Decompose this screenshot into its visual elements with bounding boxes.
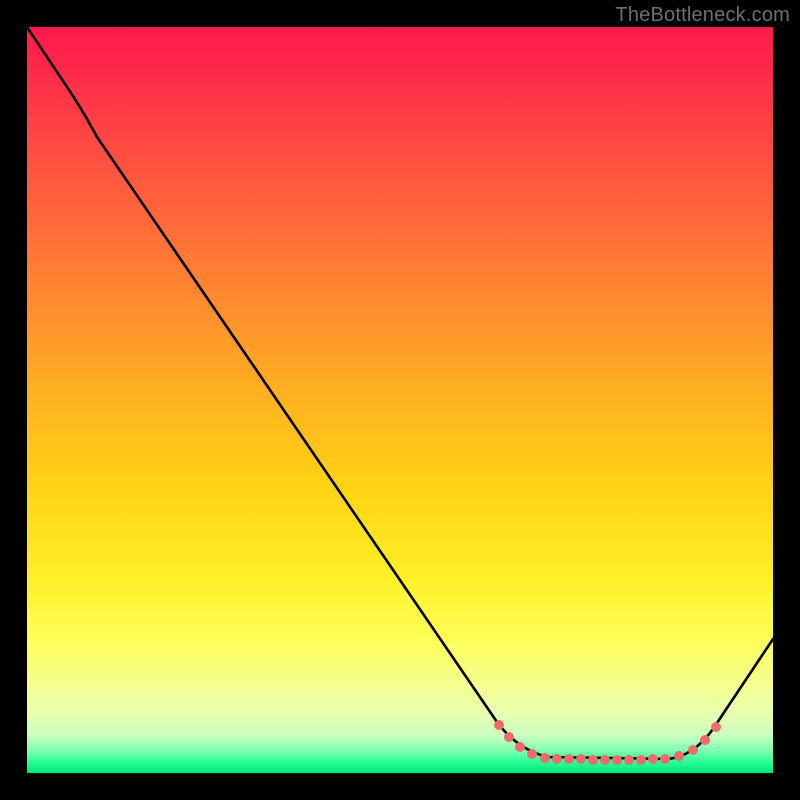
valley-dots-floor xyxy=(552,754,670,765)
plot-area xyxy=(27,27,773,773)
valley-dots-left xyxy=(494,720,550,763)
chart-stage: TheBottleneck.com xyxy=(0,0,800,800)
curve-path xyxy=(27,27,773,759)
bottleneck-curve xyxy=(27,27,773,773)
valley-dots-right xyxy=(674,722,721,761)
watermark-text: TheBottleneck.com xyxy=(615,4,790,27)
